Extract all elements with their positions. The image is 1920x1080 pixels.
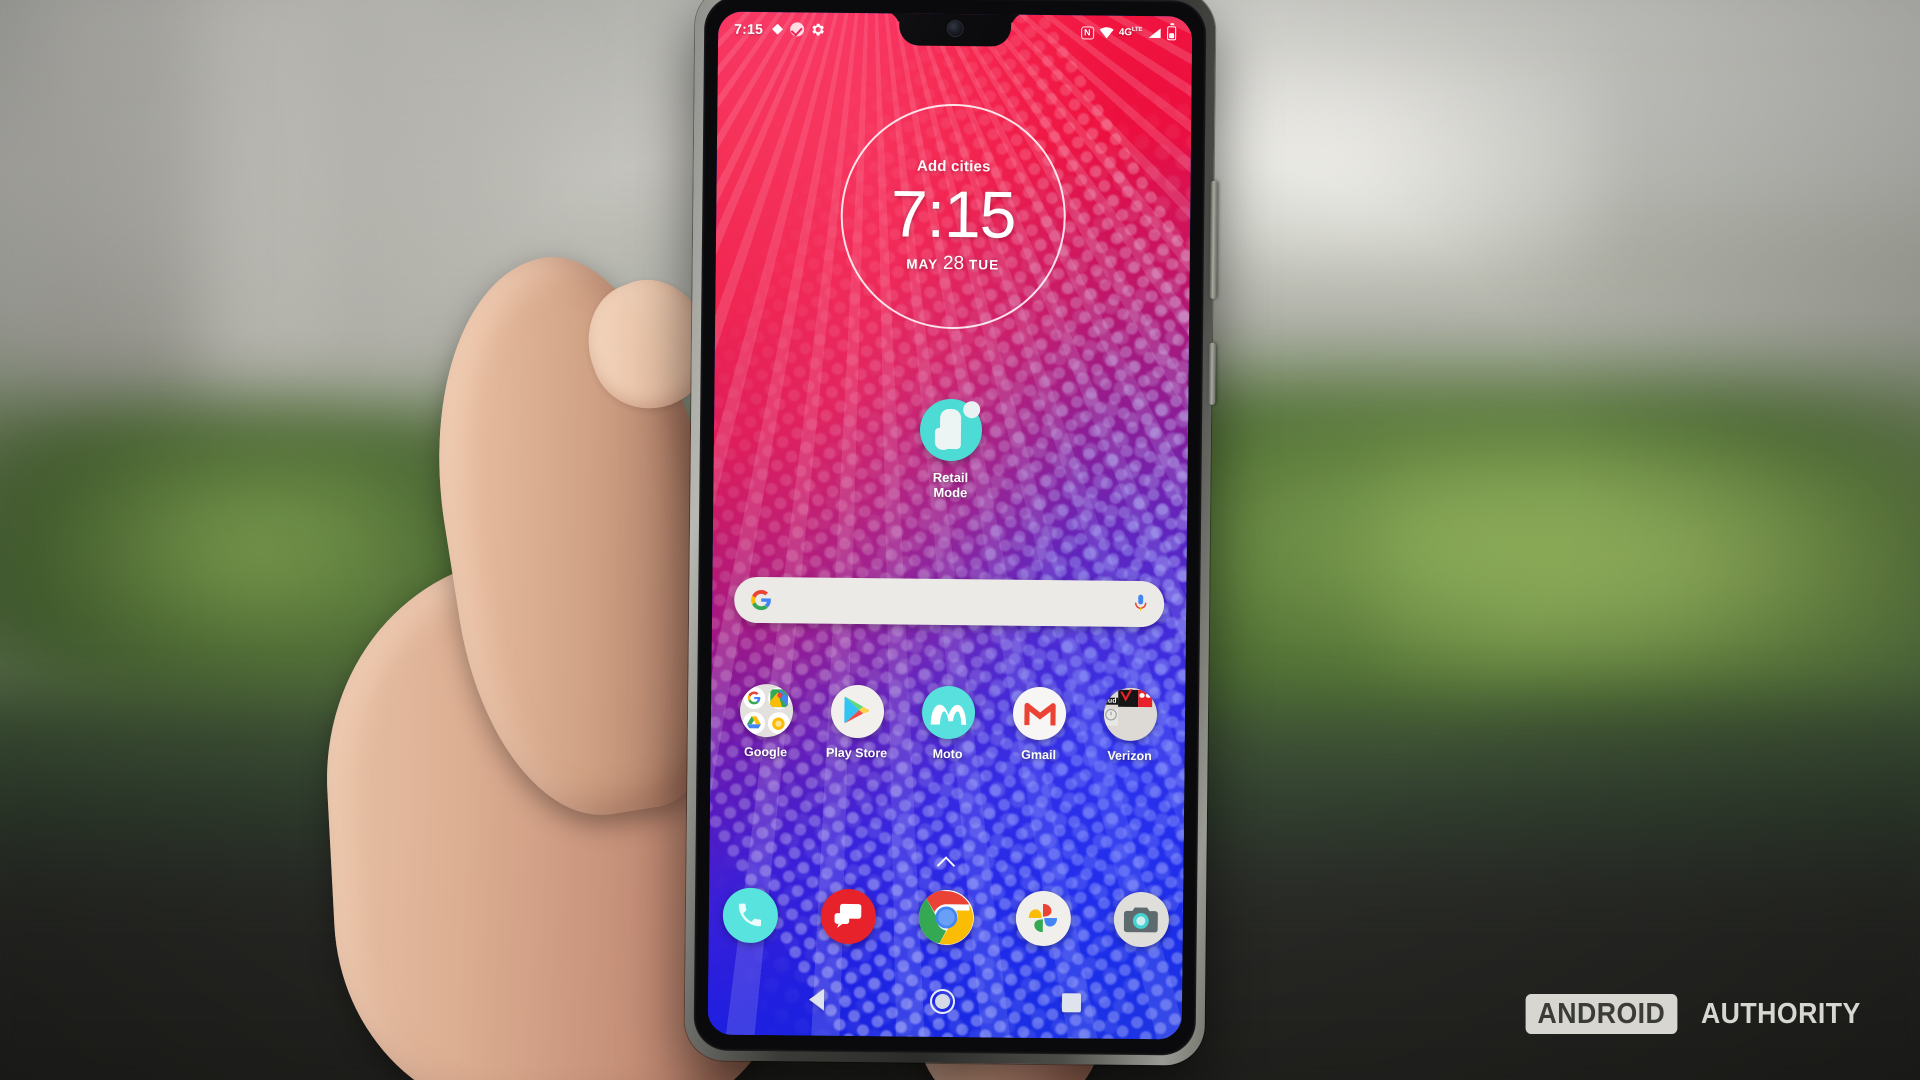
microphone-icon[interactable]	[1133, 593, 1148, 614]
play-store-icon[interactable]	[830, 684, 884, 739]
app-gmail[interactable]: Gmail	[998, 686, 1081, 763]
folder-item-cloud-icon: oud	[1103, 697, 1119, 705]
dock-app-chrome[interactable]	[918, 889, 974, 946]
back-triangle-icon[interactable]	[809, 988, 825, 1011]
retail-mode-icon-shape-secondary	[934, 427, 951, 450]
app-google[interactable]: Google	[725, 683, 808, 760]
clock-widget-date: MAY 28 TUE	[906, 253, 999, 276]
wifi-icon	[1099, 27, 1114, 39]
app-play-store[interactable]: Play Store	[816, 684, 899, 761]
retail-mode-icon-dot	[963, 401, 981, 419]
app-label: Google	[744, 744, 788, 760]
folder-item-maps-icon	[767, 687, 790, 710]
app-label: Verizon	[1107, 748, 1152, 764]
folder-item-message-plus-icon	[1137, 689, 1153, 708]
status-bar-left: 7:15	[730, 21, 825, 38]
folder-item-drive-icon	[742, 711, 765, 735]
google-search-bar[interactable]	[733, 576, 1165, 628]
chevron-up-icon[interactable]	[936, 856, 956, 868]
app-retail-mode[interactable]: Retail Mode	[895, 398, 1006, 501]
status-bar-clock: 7:15	[734, 20, 764, 38]
folder-item-search-icon	[742, 686, 765, 710]
app-label: Moto	[932, 746, 963, 762]
dock-app-messages[interactable]	[820, 888, 876, 945]
clock-widget[interactable]: Add cities 7:15 MAY 28 TUE	[839, 102, 1067, 331]
watermark-android: ANDROID	[1526, 994, 1678, 1034]
app-label: Gmail	[1021, 747, 1057, 763]
watermark-authority: AUTHORITY	[1701, 997, 1862, 1030]
display-notch	[899, 11, 1012, 47]
recent-square-icon[interactable]	[1061, 992, 1081, 1012]
phone-bezel: 7:15 N 4GLTE Add cities 7:15 MAY 28 TUE …	[693, 0, 1207, 1056]
status-bar-right: N 4GLTE	[1080, 25, 1180, 41]
google-folder-icon[interactable]	[739, 683, 793, 738]
front-camera-icon	[947, 20, 963, 37]
diamond-icon	[772, 24, 783, 35]
watermark: ANDROID AUTHORITY	[1519, 994, 1868, 1034]
gear-icon	[811, 23, 825, 37]
folder-item-support-icon	[1103, 708, 1118, 726]
dock-app-phone[interactable]	[722, 887, 779, 944]
retail-mode-icon[interactable]	[919, 398, 983, 462]
volume-button[interactable]	[1209, 180, 1218, 299]
clock-weekday: TUE	[968, 257, 1000, 273]
clock-widget-time: 7:15	[890, 176, 1016, 252]
app-label-retail-mode: Retail Mode	[932, 469, 969, 501]
google-g-icon	[750, 589, 772, 611]
phone-screen[interactable]: 7:15 N 4GLTE Add cities 7:15 MAY 28 TUE …	[707, 11, 1193, 1040]
dock-app-camera[interactable]	[1113, 891, 1170, 948]
signal-icon	[1147, 27, 1162, 39]
network-type-label: 4GLTE	[1118, 27, 1143, 39]
dock	[722, 887, 1170, 948]
verizon-folder-icon[interactable]: oud	[1103, 687, 1157, 742]
home-circle-icon[interactable]	[930, 988, 956, 1014]
search-input[interactable]	[772, 600, 1133, 604]
home-screen-app-row: Google Play Store Moto Gmail oud Verizon	[725, 683, 1172, 764]
clock-month: MAY	[906, 256, 939, 272]
gmail-icon[interactable]	[1012, 686, 1066, 741]
power-button[interactable]	[1208, 342, 1216, 405]
add-cities-label[interactable]: Add cities	[917, 158, 991, 176]
folder-item-verizon-check-icon	[1118, 689, 1139, 707]
app-label: Play Store	[825, 745, 888, 761]
clock-day: 28	[942, 252, 965, 275]
check-circle-icon	[789, 22, 805, 37]
dock-app-photos[interactable]	[1015, 890, 1072, 947]
battery-icon	[1167, 26, 1177, 41]
moto-icon[interactable]	[921, 685, 975, 740]
app-moto[interactable]: Moto	[907, 685, 990, 762]
nfc-icon: N	[1080, 25, 1094, 39]
navigation-bar	[708, 972, 1183, 1029]
app-verizon[interactable]: oud Verizon	[1089, 687, 1172, 763]
smartphone: 7:15 N 4GLTE Add cities 7:15 MAY 28 TUE …	[684, 0, 1218, 1066]
folder-item-assistant-icon	[767, 712, 790, 735]
